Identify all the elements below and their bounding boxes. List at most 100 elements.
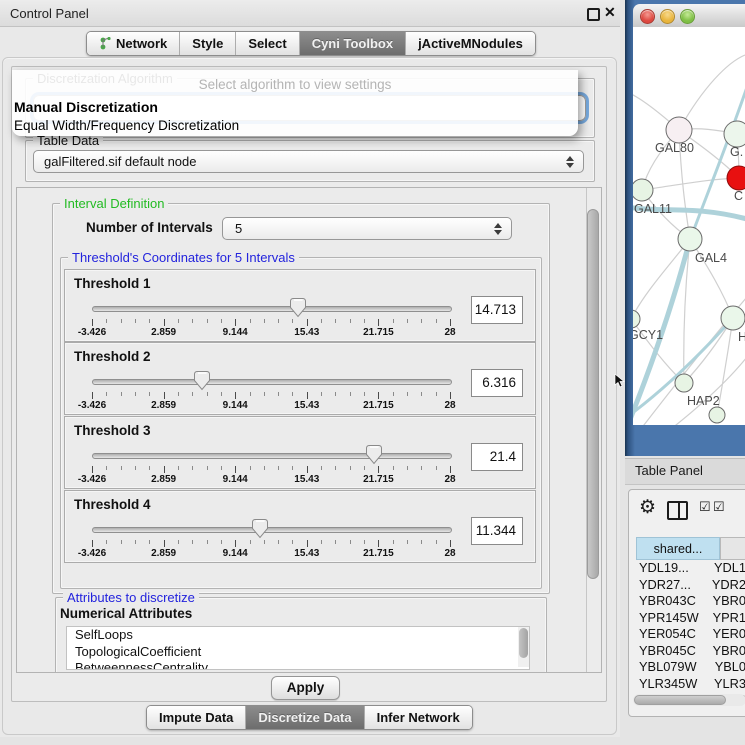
slider-tick <box>135 540 136 544</box>
table-row[interactable]: YDR27...YDR2 <box>636 577 745 594</box>
attribute-list-item[interactable]: BetweennessCentrality <box>67 660 529 670</box>
apply-button[interactable]: Apply <box>271 676 340 700</box>
tab-select[interactable]: Select <box>235 32 298 55</box>
threshold-value-field[interactable]: 11.344 <box>471 517 523 545</box>
slider-tick <box>92 466 93 473</box>
attributes-legend: Attributes to discretize <box>63 590 199 605</box>
slider-track[interactable] <box>92 306 452 312</box>
slider-tick-label: 9.144 <box>223 474 248 485</box>
table-rows: YDL19...YDL1YDR27...YDR2YBR043CYBR0YPR14… <box>636 560 745 709</box>
network-node-g[interactable] <box>724 121 745 147</box>
slider-tick-label: 28 <box>444 474 455 485</box>
slider-handle[interactable] <box>366 444 383 465</box>
slider-tick <box>407 540 408 544</box>
tab-cyni-toolbox[interactable]: Cyni Toolbox <box>299 32 405 55</box>
table-row[interactable]: YBL079WYBL0 <box>636 659 745 676</box>
threshold-3-panel: Threshold 3-3.4262.8599.14415.4321.71528… <box>64 416 536 489</box>
slider-tick <box>106 466 107 470</box>
slider-tick <box>178 319 179 323</box>
table-row[interactable]: YBR045CYBR0 <box>636 643 745 660</box>
threshold-label: Threshold 3 <box>74 423 151 438</box>
network-node-gal80[interactable] <box>666 117 692 143</box>
network-edge[interactable] <box>642 178 739 190</box>
network-canvas[interactable]: GAL80G.CGAL11GAL4GCY1HHAP2 <box>633 27 745 425</box>
slider-track[interactable] <box>92 379 452 385</box>
slider-tick <box>149 466 150 470</box>
network-edge-highlighted[interactable] <box>693 87 745 232</box>
slider-tick <box>264 392 265 396</box>
network-node-hap2[interactable] <box>675 374 693 392</box>
tab-label: Style <box>192 32 223 55</box>
settings-scrollbar-thumb[interactable] <box>587 209 599 579</box>
slider-tick <box>421 392 422 396</box>
tab-discretize-data[interactable]: Discretize Data <box>245 706 363 729</box>
network-node-gcy1[interactable] <box>633 310 640 328</box>
num-intervals-spinner[interactable]: 5 <box>222 217 512 240</box>
threshold-value-field[interactable]: 6.316 <box>471 369 523 397</box>
slider-tick <box>335 392 336 396</box>
settings-vertical-scrollbar[interactable] <box>586 188 601 672</box>
checkbox-icon[interactable]: ☑ <box>699 499 711 515</box>
slider-tick <box>149 319 150 323</box>
slider-handle[interactable] <box>290 297 307 318</box>
table-scrollbar-thumb[interactable] <box>634 695 726 705</box>
slider-handle[interactable] <box>252 518 269 539</box>
tab-label: Network <box>116 32 167 55</box>
attribute-list-item[interactable]: TopologicalCoefficient <box>67 644 529 661</box>
numerical-attributes-list[interactable]: SelfLoopsTopologicalCoefficientBetweenne… <box>66 626 530 670</box>
slider-tick <box>350 319 351 323</box>
slider-track[interactable] <box>92 453 452 459</box>
control-panel-titlebar <box>0 0 620 27</box>
table-horizontal-scrollbar[interactable] <box>633 694 745 706</box>
slider-tick <box>278 540 279 544</box>
menu-item-manual-discretization[interactable]: Manual Discretization <box>14 99 158 115</box>
table-row[interactable]: YLR345WYLR3 <box>636 676 745 693</box>
checkbox-icon[interactable]: ☑ <box>713 499 725 515</box>
zoom-traffic-light-icon[interactable] <box>680 9 695 24</box>
network-node[interactable] <box>709 407 725 423</box>
tab-jactivemnodules[interactable]: jActiveMNodules <box>405 32 535 55</box>
slider-tick <box>235 540 236 547</box>
node-table: ⚙ ☑ ☑ shared...n YDL19...YDL1YDR27...YDR… <box>628 489 745 717</box>
network-node-gal4[interactable] <box>678 227 702 251</box>
float-window-icon[interactable] <box>587 8 600 21</box>
threshold-value-field[interactable]: 14.713 <box>471 296 523 324</box>
table-data-combobox[interactable]: galFiltered.sif default node <box>33 150 584 173</box>
table-panel-bar: Table Panel <box>625 458 745 485</box>
tab-infer-network[interactable]: Infer Network <box>364 706 472 729</box>
threshold-value-field[interactable]: 21.4 <box>471 443 523 471</box>
slider-tick <box>121 540 122 544</box>
column-header-2[interactable]: n <box>720 537 745 560</box>
gear-icon[interactable]: ⚙ <box>639 496 656 519</box>
menu-item-equal-width-frequency[interactable]: Equal Width/Frequency Discretization <box>14 118 239 133</box>
tab-style[interactable]: Style <box>179 32 235 55</box>
attributes-list-scrollbar[interactable] <box>518 627 529 667</box>
network-window-titlebar[interactable] <box>633 4 745 28</box>
cell-shared-name: YPR145W <box>636 610 713 627</box>
attribute-list-item[interactable]: SelfLoops <box>67 627 529 644</box>
column-header-1[interactable]: shared... <box>636 537 720 560</box>
slider-tick-label: 28 <box>444 400 455 411</box>
slider-track[interactable] <box>92 527 452 533</box>
slider-tick <box>436 392 437 396</box>
network-node-gal11[interactable] <box>633 179 653 201</box>
columns-icon[interactable] <box>667 501 688 520</box>
network-node-label: HAP2 <box>687 394 720 408</box>
table-row[interactable]: YBR043CYBR0 <box>636 593 745 610</box>
tab-network[interactable]: Network <box>87 32 179 55</box>
network-node-h[interactable] <box>721 306 745 330</box>
close-icon[interactable]: ✕ <box>604 4 616 21</box>
table-row[interactable]: YPR145WYPR1 <box>636 610 745 627</box>
slider-tick <box>292 319 293 323</box>
tab-impute-data[interactable]: Impute Data <box>147 706 245 729</box>
close-traffic-light-icon[interactable] <box>640 9 655 24</box>
slider-tick <box>149 540 150 544</box>
table-row[interactable]: YER054CYER0 <box>636 626 745 643</box>
slider-handle[interactable] <box>194 370 211 391</box>
network-node-label: GAL11 <box>634 202 672 216</box>
attributes-group: Attributes to discretize Numerical Attri… <box>55 597 547 673</box>
table-row[interactable]: YDL19...YDL1 <box>636 560 745 577</box>
slider-tick-label: -3.426 <box>78 400 106 411</box>
minimize-traffic-light-icon[interactable] <box>660 9 675 24</box>
slider-tick <box>350 540 351 544</box>
